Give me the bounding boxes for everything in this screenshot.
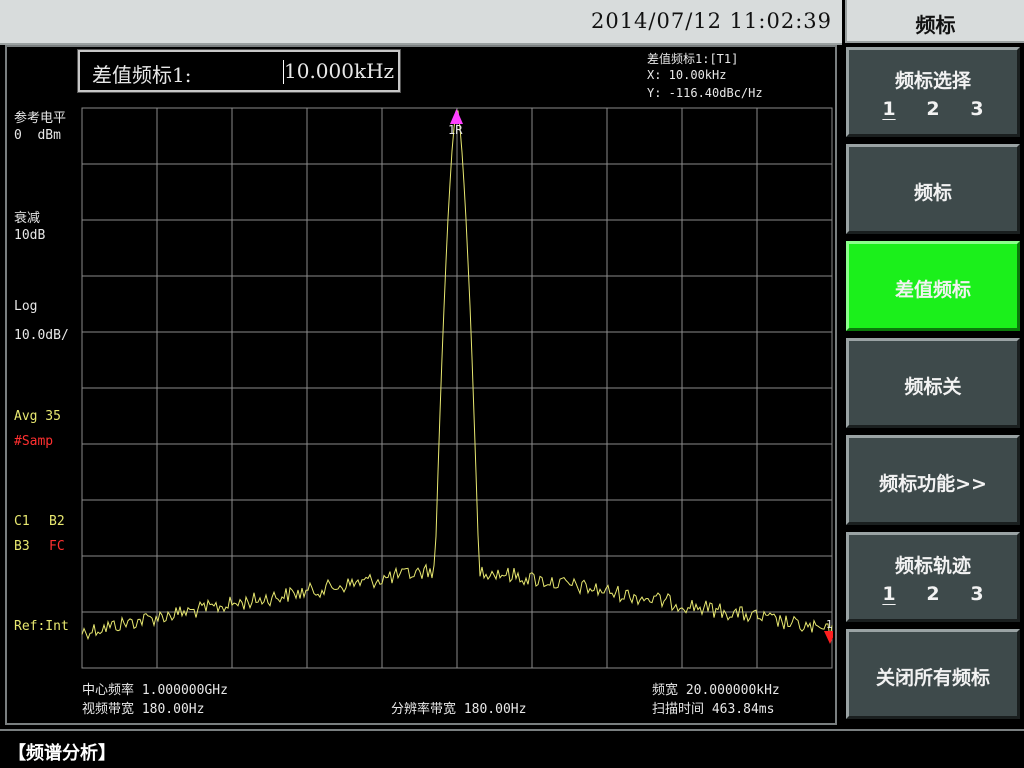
active-function-label: 差值频标1: [92,63,192,87]
softkey-label: 频标选择 [894,70,971,92]
marker-readout-x: X: 10.00kHz [647,68,727,82]
softkey-marker-function[interactable]: 频标功能>> [846,435,1020,525]
delta-marker-label: 1R [448,123,463,137]
trace-option-2[interactable]: 2 [911,583,955,605]
softkey-marker-off[interactable]: 频标关 [846,338,1020,428]
status-bar: 【频谱分析】 [0,729,1024,768]
detector-mode: #Samp [14,434,54,449]
menu-title: 频标 [845,0,1024,43]
softkey-label: 差值频标 [894,279,971,301]
softkey-marker[interactable]: 频标 [846,144,1020,234]
graticule [81,107,833,669]
softkey-marker-select[interactable]: 频标选择 123 [846,47,1020,137]
softkey-delta-marker[interactable]: 差值频标 [846,241,1020,331]
mode-label: 【频谱分析】 [8,743,116,764]
fc-flag: FC [49,539,65,554]
softkey-label: 关闭所有频标 [875,667,990,689]
scale-type: Log [14,299,38,314]
span: 频宽 20.000000kHz [652,683,780,698]
delta-marker-icon[interactable] [450,109,463,124]
c1-flag: C1 [14,514,30,529]
atten-value: 10dB [14,228,46,243]
top-bar: 2014/07/12 11:02:39 [0,0,842,45]
active-function-value[interactable]: 10.000kHz [284,59,394,83]
b3-flag: B3 [14,539,30,554]
trace-option-3[interactable]: 3 [955,583,999,605]
marker-readout-title: 差值频标1:[T1] [647,52,739,66]
datetime: 2014/07/12 11:02:39 [590,9,832,33]
ref-level-label: 参考电平 [14,111,67,126]
trace-option-1[interactable]: 1 [867,583,911,605]
marker-select-options: 123 [849,98,1017,120]
softkey-label: 频标 [913,182,952,204]
marker-option-1[interactable]: 1 [867,98,911,120]
softkey-label: 频标功能>> [879,473,987,495]
softkey-marker-trace[interactable]: 频标轨迹 123 [846,532,1020,622]
softkey-label: 频标关 [904,376,962,398]
ref-level-value: 0 dBm [14,128,61,143]
ref-source: Ref:Int [14,619,69,634]
menu-title-label: 频标 [915,13,956,37]
softkey-all-markers-off[interactable]: 关闭所有频标 [846,629,1020,719]
video-bandwidth: 视频带宽 180.00Hz [82,702,205,717]
center-frequency: 中心频率 1.000000GHz [82,683,228,698]
active-function-box[interactable]: 差值频标1: 10.000kHz [77,49,401,93]
ref-marker-label: 1 [826,618,833,631]
marker-trace-options: 123 [849,583,1017,605]
marker-readout-y: Y: -116.40dBc/Hz [647,86,763,100]
b2-flag: B2 [49,514,65,529]
softkey-label: 频标轨迹 [894,555,971,577]
atten-label: 衰减 [14,211,41,226]
scale-value: 10.0dB/ [14,328,69,343]
marker-option-2[interactable]: 2 [911,98,955,120]
avg-count: Avg 35 [14,409,61,424]
resolution-bandwidth: 分辨率带宽 180.00Hz [391,702,527,717]
sweep-time: 扫描时间 463.84ms [652,702,775,717]
marker-option-3[interactable]: 3 [955,98,999,120]
spectrum-plot: 1R 1 [81,107,833,669]
